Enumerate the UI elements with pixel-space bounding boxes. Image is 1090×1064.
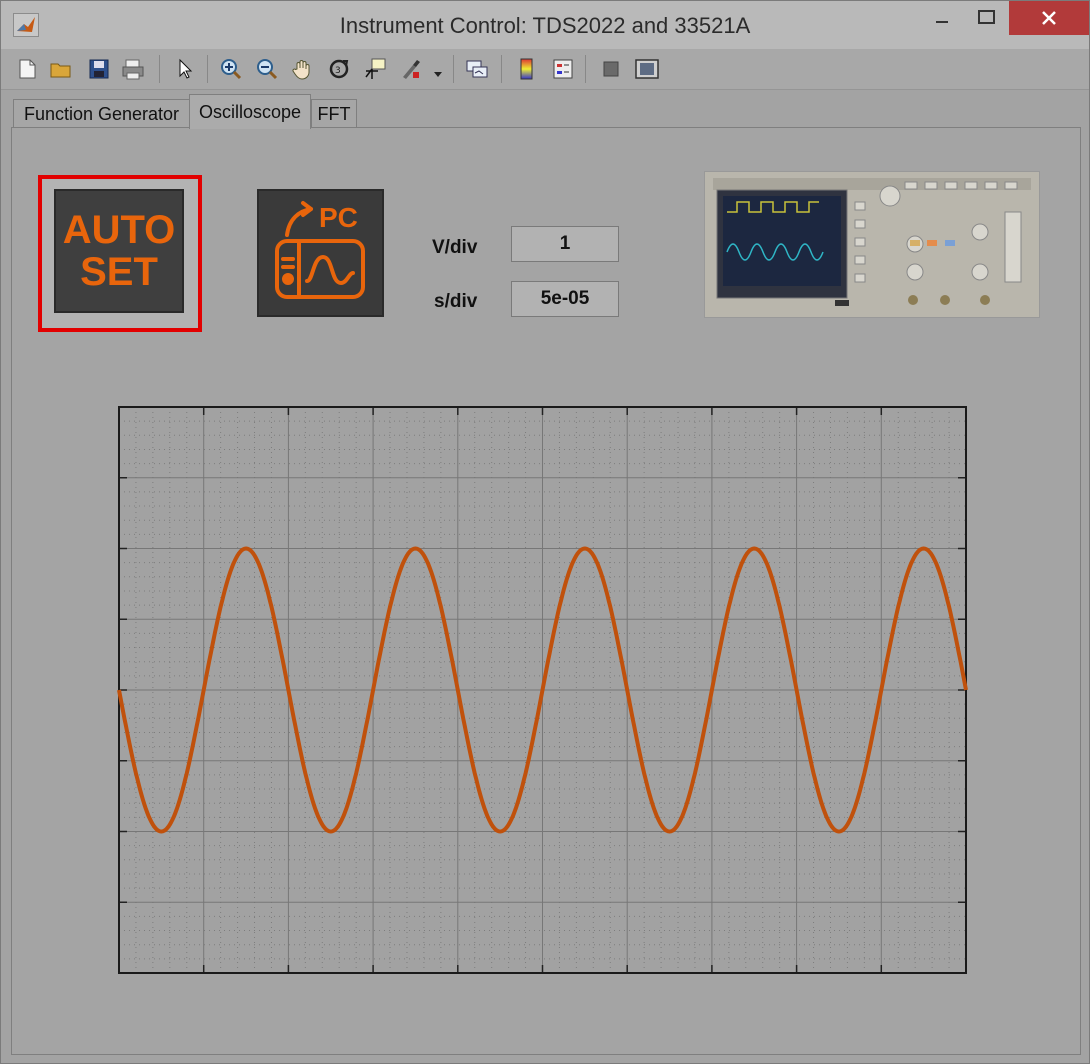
tab-oscilloscope[interactable]: Oscilloscope bbox=[189, 94, 311, 129]
waveform-plot[interactable] bbox=[0, 0, 1090, 1064]
